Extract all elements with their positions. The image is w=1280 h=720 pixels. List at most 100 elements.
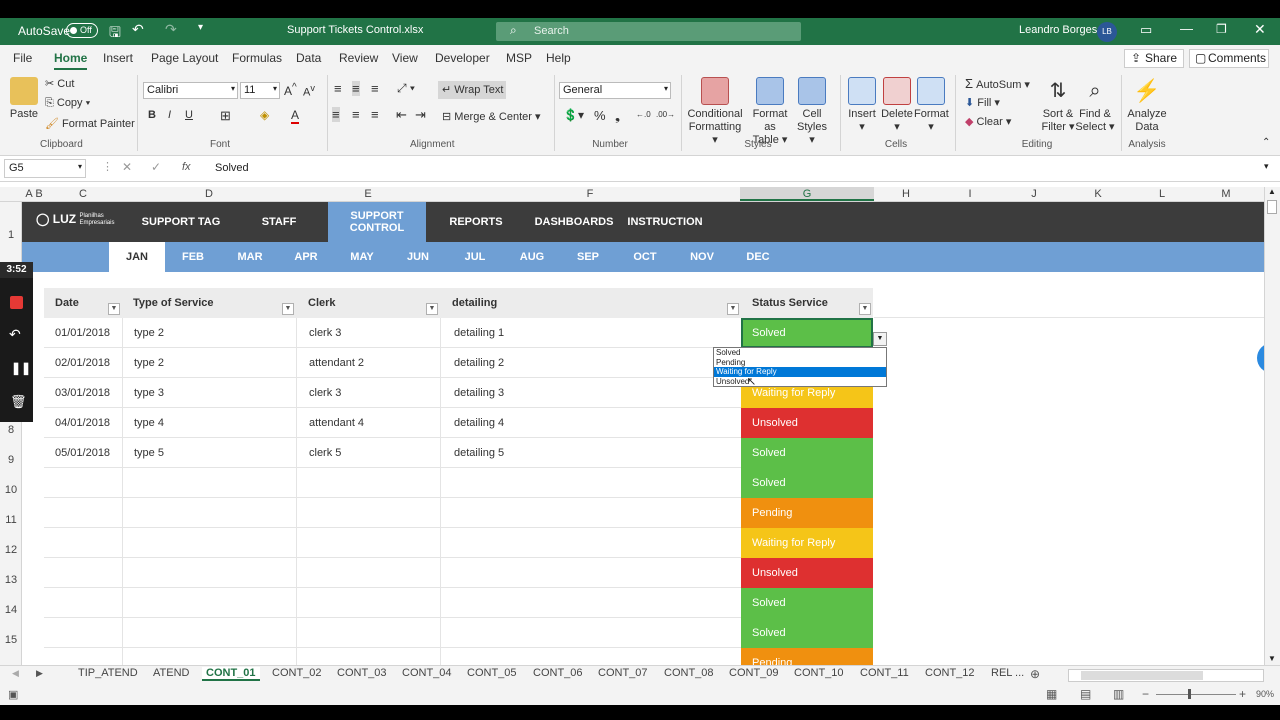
cell-date[interactable]: 05/01/2018 [55,438,110,468]
conditional-formatting-button[interactable]: Conditional Formatting ▾ [686,77,744,147]
sheet-tab[interactable]: CONT_06 [533,667,583,679]
cell-detailing[interactable]: detailing 5 [454,438,504,468]
month-aug[interactable]: AUG [504,242,560,272]
tab-insert[interactable]: Insert [103,51,133,65]
sheet-tab[interactable]: CONT_08 [664,667,714,679]
file-name[interactable]: Support Tickets Control.xlsx [287,24,423,36]
cell-date[interactable]: 01/01/2018 [55,318,110,348]
sheet-tab[interactable]: TIP_ATEND [78,667,138,679]
customize-qat-icon[interactable]: ▾ [198,22,203,33]
pause-icon[interactable]: ❚❚ [11,361,31,375]
align-center-icon[interactable]: ≡ [352,107,360,122]
fill-color-icon[interactable]: ◈ [260,108,269,122]
col-header[interactable]: K [1066,188,1130,200]
restore-icon[interactable]: ❐ [1216,22,1227,36]
col-header-selected[interactable]: G [740,187,874,201]
merge-center-button[interactable]: ⊟ Merge & Center ▾ [442,110,541,123]
horizontal-scrollbar[interactable] [1068,669,1264,682]
zoom-slider[interactable] [1156,694,1236,695]
cell-styles-button[interactable]: Cell Styles ▾ [794,77,830,147]
cell-type[interactable]: type 2 [134,318,164,348]
orientation-icon[interactable]: ⤢ ▾ [397,81,415,96]
nav-instruction[interactable]: INSTRUCTION [627,202,702,242]
font-color-icon[interactable]: A [291,108,300,124]
month-oct[interactable]: OCT [617,242,673,272]
user-name[interactable]: Leandro Borges [1019,24,1097,36]
save-icon[interactable]: 🖫 [109,22,121,46]
paste-button[interactable]: Paste [8,77,40,121]
cell-clerk[interactable]: clerk 5 [309,438,341,468]
macro-record-icon[interactable]: ▣ [8,688,18,701]
increase-decimal-icon[interactable]: ←.0 [636,110,651,119]
copy-button[interactable]: ⎘ Copy ▾ [45,97,90,110]
col-header[interactable]: L [1130,188,1194,200]
close-icon[interactable]: ✕ [1254,21,1266,38]
cell-status[interactable]: Unsolved [741,558,873,588]
undo-icon[interactable]: ↶ [132,21,144,38]
row-header[interactable]: 11 [0,514,22,526]
tab-file[interactable]: File [13,51,32,65]
cell-status[interactable]: Solved [741,468,873,498]
cell-status[interactable]: Solved [741,438,873,468]
align-top-icon[interactable]: ≡ [334,81,342,96]
dropdown-option[interactable]: Pending [714,358,886,368]
font-size-select[interactable]: 11 ▾ [240,82,280,99]
align-middle-icon[interactable]: ≡ [352,81,360,96]
increase-font-icon[interactable]: A^ [284,82,297,98]
percent-icon[interactable]: % [594,108,606,123]
zoom-slider-thumb[interactable] [1188,689,1191,699]
sheet-tab-active[interactable]: CONT_01 [202,667,260,681]
col-header[interactable]: C [44,188,122,200]
scroll-thumb[interactable] [1267,200,1277,214]
analyze-data-button[interactable]: ⚡ Analyze Data [1126,77,1168,134]
col-header[interactable]: I [938,188,1002,200]
cell-status[interactable]: Pending [741,498,873,528]
cut-button[interactable]: ✂ Cut [45,77,74,90]
tab-formulas[interactable]: Formulas [232,51,282,65]
find-select-button[interactable]: ⌕ Find & Select ▾ [1074,77,1116,134]
row-header[interactable]: 8 [0,424,22,436]
decrease-indent-icon[interactable]: ⇤ [396,107,407,123]
bold-icon[interactable]: B [148,109,156,121]
month-mar[interactable]: MAR [222,242,278,272]
name-box[interactable]: G5 ▾ [4,159,86,178]
cell-status[interactable]: Solved [741,588,873,618]
filter-dropdown-icon[interactable]: ▼ [426,303,438,315]
zoom-in-icon[interactable]: + [1239,687,1246,701]
col-header[interactable]: A [24,188,34,200]
cell-status[interactable]: Solved [741,618,873,648]
redo-icon[interactable]: ↷ [165,21,177,38]
cell-type[interactable]: type 4 [134,408,164,438]
dropdown-option[interactable]: Solved [714,348,886,358]
month-apr[interactable]: APR [278,242,334,272]
insert-cells-button[interactable]: Insert ▾ [846,77,878,134]
underline-icon[interactable]: U [185,109,193,121]
align-left-icon[interactable]: ≡ [332,107,340,122]
tab-view[interactable]: View [392,51,418,65]
trash-icon[interactable]: 🗑 [10,394,27,410]
tab-help[interactable]: Help [546,51,571,65]
sheet-tab[interactable]: CONT_10 [794,667,844,679]
autosave-toggle[interactable]: Off [66,23,98,38]
nav-staff[interactable]: STAFF [240,202,318,242]
month-jul[interactable]: JUL [447,242,503,272]
nav-reports[interactable]: REPORTS [436,202,516,242]
sheet-tab[interactable]: CONT_07 [598,667,648,679]
borders-icon[interactable]: ⊞ [220,108,231,124]
avatar[interactable]: LB [1097,22,1117,42]
nav-support-control[interactable]: SUPPORT CONTROL [328,202,426,242]
filter-dropdown-icon[interactable]: ▼ [859,303,871,315]
tab-home[interactable]: Home [54,51,88,70]
row-header[interactable]: 15 [0,634,22,646]
cell-status[interactable]: Solved [741,318,873,348]
cell-clerk[interactable]: attendant 4 [309,408,364,438]
align-right-icon[interactable]: ≡ [371,107,379,122]
formula-input[interactable]: Solved [215,162,249,174]
filter-dropdown-icon[interactable]: ▼ [282,303,294,315]
cell-date[interactable]: 04/01/2018 [55,408,110,438]
collapse-ribbon-icon[interactable]: ⌃ [1262,137,1270,148]
row-header[interactable]: 10 [0,484,22,496]
increase-indent-icon[interactable]: ⇥ [415,107,426,123]
cell-detailing[interactable]: detailing 3 [454,378,504,408]
font-name-select[interactable]: Calibri ▾ [143,82,238,99]
